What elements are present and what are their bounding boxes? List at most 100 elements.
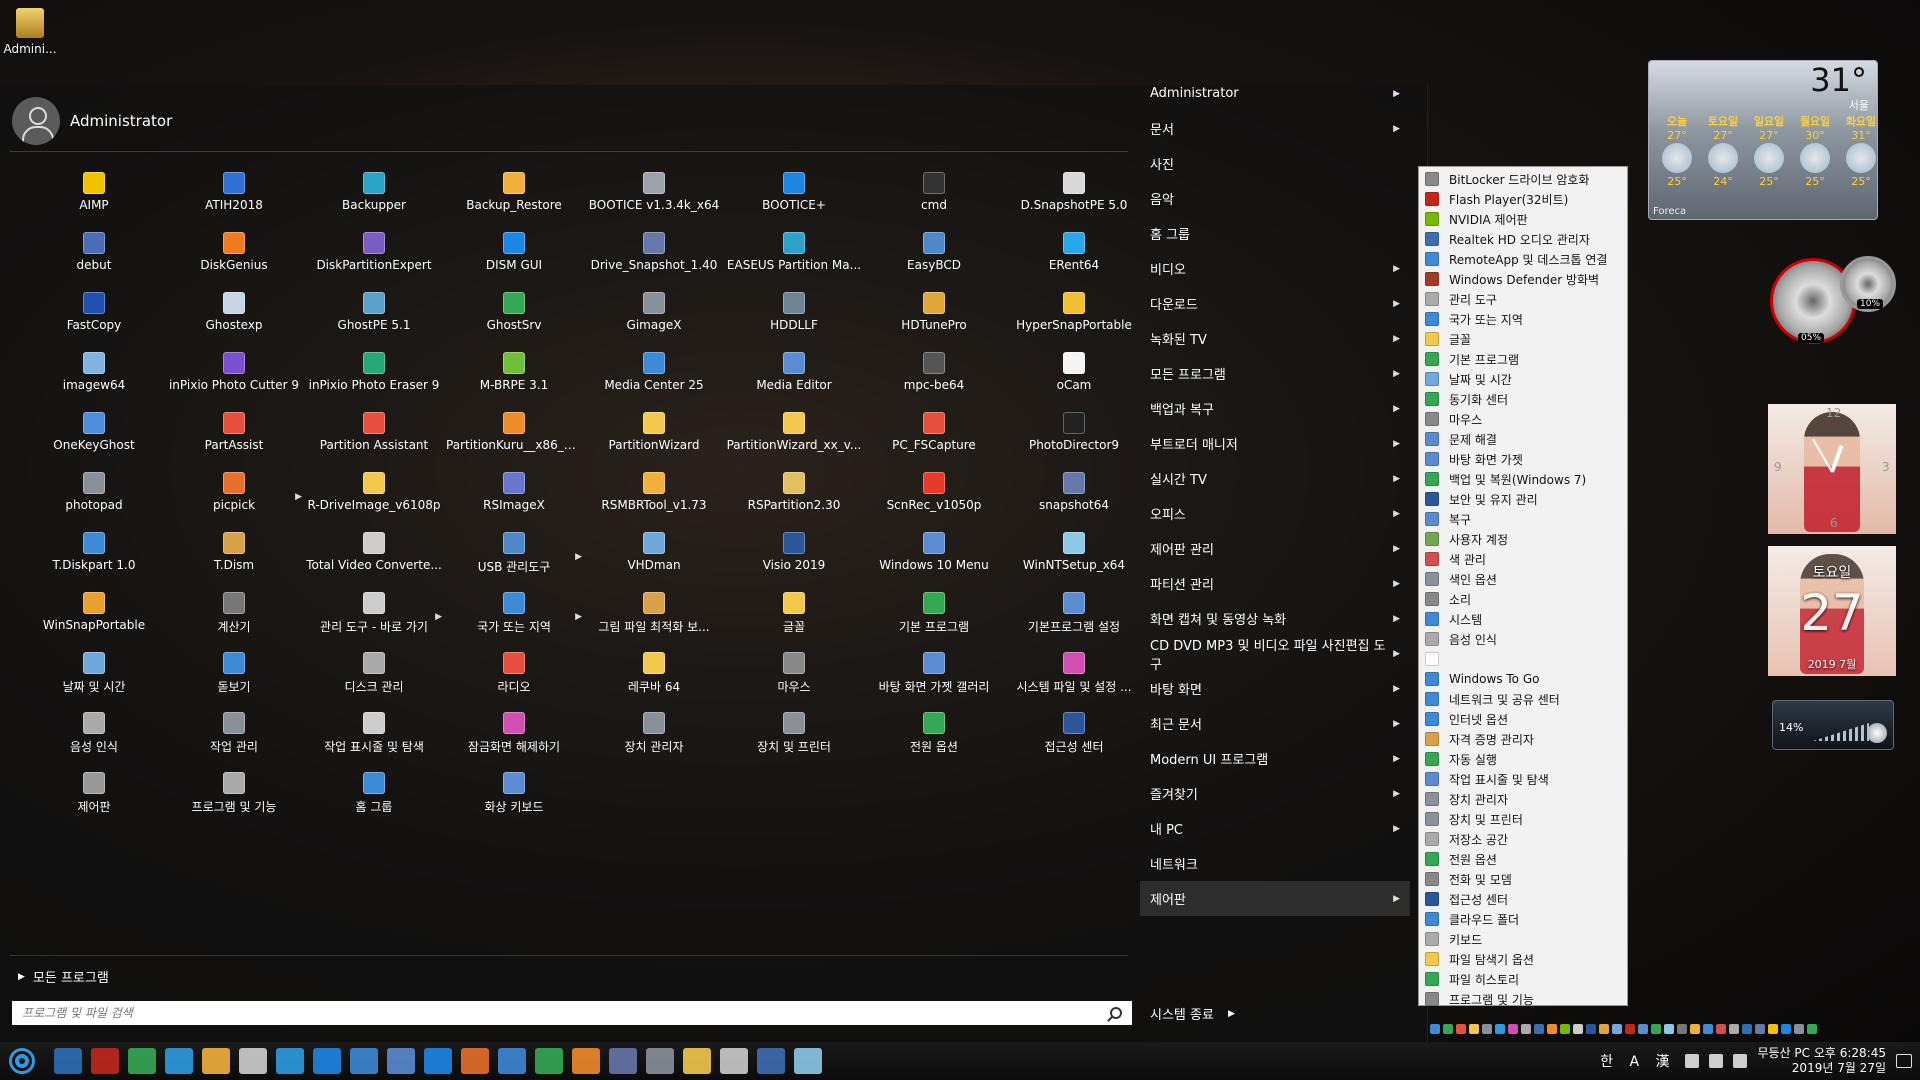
app-tile[interactable]: GhostPE 5.1	[304, 287, 444, 347]
tray-strip-icon[interactable]	[1781, 1024, 1791, 1034]
start-menu-right-item[interactable]: 모든 프로그램 ▶	[1140, 356, 1410, 391]
app-tile[interactable]: inPixio Photo Cutter 9	[164, 347, 304, 407]
tray-strip-icon[interactable]	[1586, 1024, 1596, 1034]
control-panel-item[interactable]: 파일 히스토리	[1419, 969, 1627, 989]
taskbar-clock[interactable]: 무등산 PC 오후 6:28:45 2019년 7월 27일	[1757, 1046, 1886, 1076]
pinned-app-icon[interactable]	[609, 1048, 637, 1074]
app-tile[interactable]: ScnRec_v1050p	[864, 467, 1004, 527]
app-tile[interactable]: D.SnapshotPE 5.0	[1004, 167, 1144, 227]
pinned-app-icon[interactable]	[498, 1048, 526, 1074]
app-tile[interactable]: 장치 및 프린터	[724, 707, 864, 767]
start-menu-right-item[interactable]: 내 PC ▶	[1140, 811, 1410, 846]
control-panel-item[interactable]: 복구	[1419, 509, 1627, 529]
search-icon[interactable]	[1110, 1007, 1122, 1019]
control-panel-item[interactable]: 백업 및 복원(Windows 7)	[1419, 469, 1627, 489]
tray-strip-icon[interactable]	[1430, 1024, 1440, 1034]
control-panel-item[interactable]: BitLocker 드라이브 암호화	[1419, 169, 1627, 189]
app-tile[interactable]: 시스템 파일 및 설정 ...	[1004, 647, 1144, 707]
app-tile[interactable]: Windows 10 Menu	[864, 527, 1004, 587]
app-tile[interactable]: 프로그램 및 기능	[164, 767, 304, 827]
app-tile[interactable]: Backupper	[304, 167, 444, 227]
pinned-app-icon[interactable]	[350, 1048, 378, 1074]
user-header[interactable]: Administrator	[12, 97, 172, 145]
app-tile[interactable]: 레쿠바 64	[584, 647, 724, 707]
volume-knob-icon[interactable]	[1867, 723, 1887, 743]
tray-strip-icon[interactable]	[1664, 1024, 1674, 1034]
start-menu-right-item[interactable]: 실시간 TV ▶	[1140, 461, 1410, 496]
control-panel-item[interactable]: 접근성 센터	[1419, 889, 1627, 909]
app-tile[interactable]: Media Center 25	[584, 347, 724, 407]
app-tile[interactable]: 접근성 센터	[1004, 707, 1144, 767]
control-panel-item[interactable]: 바탕 화면 가젯	[1419, 449, 1627, 469]
start-menu-right-item[interactable]: 즐겨찾기 ▶	[1140, 776, 1410, 811]
search-input[interactable]	[22, 1006, 1110, 1020]
tray-strip-icon[interactable]	[1768, 1024, 1778, 1034]
app-tile[interactable]: 전원 옵션	[864, 707, 1004, 767]
clock-widget[interactable]: 12 3 6 9	[1768, 404, 1896, 534]
app-tile[interactable]: 마우스	[724, 647, 864, 707]
tray-strip-icon[interactable]	[1573, 1024, 1583, 1034]
app-tile[interactable]: 날짜 및 시간	[24, 647, 164, 707]
app-tile[interactable]: 제어판	[24, 767, 164, 827]
tray-strip-icon[interactable]	[1612, 1024, 1622, 1034]
start-menu-right-item[interactable]: 녹화된 TV ▶	[1140, 321, 1410, 356]
app-tile[interactable]: 국가 또는 지역 ▶	[444, 587, 584, 647]
start-menu-right-item[interactable]: 홈 그룹	[1140, 216, 1410, 251]
shutdown-arrow-icon[interactable]: ▶	[1228, 1009, 1235, 1019]
app-tile[interactable]: GhostSrv	[444, 287, 584, 347]
pinned-app-icon[interactable]	[91, 1048, 119, 1074]
app-tile[interactable]: PhotoDirector9	[1004, 407, 1144, 467]
control-panel-item[interactable]: 자격 증명 관리자	[1419, 729, 1627, 749]
tray-strip-icon[interactable]	[1742, 1024, 1752, 1034]
app-tile[interactable]: 음성 인식	[24, 707, 164, 767]
app-tile[interactable]: mpc-be64	[864, 347, 1004, 407]
submenu-arrow-icon[interactable]: ▶	[435, 612, 442, 622]
tray-strip-icon[interactable]	[1807, 1024, 1817, 1034]
start-menu-right-item[interactable]: 비디오 ▶	[1140, 251, 1410, 286]
app-tile[interactable]: DISM GUI	[444, 227, 584, 287]
app-tile[interactable]: HDDLLF	[724, 287, 864, 347]
pinned-app-icon[interactable]	[720, 1048, 748, 1074]
control-panel-item[interactable]: 색인 옵션	[1419, 569, 1627, 589]
control-panel-item[interactable]: 파일 탐색기 옵션	[1419, 949, 1627, 969]
app-tile[interactable]: Partition Assistant	[304, 407, 444, 467]
app-tile[interactable]: T.Dism	[164, 527, 304, 587]
app-tile[interactable]: PartAssist	[164, 407, 304, 467]
submenu-arrow-icon[interactable]: ▶	[575, 612, 582, 622]
weather-widget[interactable]: 31° 서울 오늘 27° 25° 토요일 27° 24° 일요일 27° 25° 월요일 30° 2…	[1648, 60, 1878, 220]
app-tile[interactable]: HyperSnapPortable	[1004, 287, 1144, 347]
pinned-app-icon[interactable]	[54, 1048, 82, 1074]
app-tile[interactable]: 계산기	[164, 587, 304, 647]
pinned-app-icon[interactable]	[128, 1048, 156, 1074]
control-panel-item[interactable]: 장치 관리자	[1419, 789, 1627, 809]
app-tile[interactable]: 작업 관리	[164, 707, 304, 767]
app-tile[interactable]: snapshot64	[1004, 467, 1144, 527]
control-panel-item[interactable]: 마우스	[1419, 409, 1627, 429]
pinned-app-icon[interactable]	[572, 1048, 600, 1074]
control-panel-item[interactable]: 키보드	[1419, 929, 1627, 949]
search-box[interactable]	[12, 1001, 1132, 1025]
control-panel-item[interactable]: 장치 및 프린터	[1419, 809, 1627, 829]
tray-strip-icon[interactable]	[1534, 1024, 1544, 1034]
app-tile[interactable]: VHDman	[584, 527, 724, 587]
start-menu-right-item[interactable]: 오피스 ▶	[1140, 496, 1410, 531]
app-tile[interactable]: GimageX	[584, 287, 724, 347]
start-menu-right-item[interactable]: 바탕 화면 ▶	[1140, 671, 1410, 706]
app-tile[interactable]: 기본프로그램 설정	[1004, 587, 1144, 647]
start-menu-right-item[interactable]: 네트워크	[1140, 846, 1410, 881]
control-panel-item[interactable]: Flash Player(32비트)	[1419, 189, 1627, 209]
app-tile[interactable]: PartitionWizard	[584, 407, 724, 467]
app-tile[interactable]: 화상 키보드	[444, 767, 584, 827]
control-panel-item[interactable]: Realtek HD 오디오 관리자	[1419, 229, 1627, 249]
control-panel-item[interactable]: 기본 프로그램	[1419, 349, 1627, 369]
control-panel-item[interactable]: 클라우드 폴더	[1419, 909, 1627, 929]
start-menu-right-item[interactable]: 문서 ▶	[1140, 111, 1410, 146]
app-tile[interactable]: PartitionKuru__x86_x...	[444, 407, 584, 467]
app-tile[interactable]: EasyBCD	[864, 227, 1004, 287]
pinned-app-icon[interactable]	[313, 1048, 341, 1074]
control-panel-item[interactable]: 프로그램 및 기능	[1419, 989, 1627, 1009]
tray-strip-icon[interactable]	[1599, 1024, 1609, 1034]
tray-strip-icon[interactable]	[1794, 1024, 1804, 1034]
start-menu-right-item[interactable]: Administrator ▶	[1140, 76, 1410, 111]
start-menu-right-item[interactable]: 제어판 ▶	[1140, 881, 1410, 916]
